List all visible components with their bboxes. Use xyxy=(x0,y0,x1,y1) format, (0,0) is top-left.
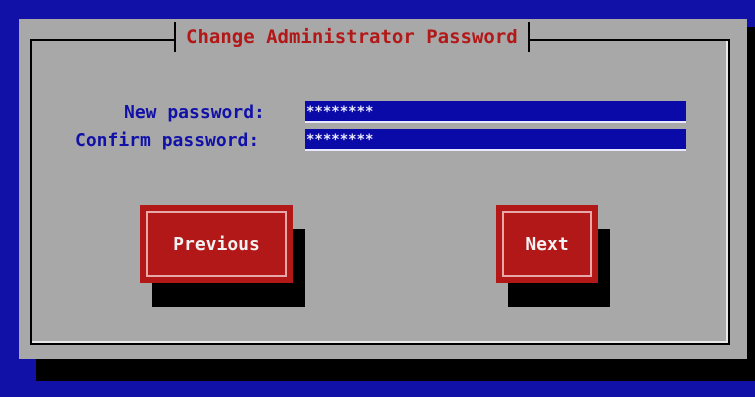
next-button-frame: Next xyxy=(502,211,592,277)
new-password-row: New password: xyxy=(124,101,265,123)
next-button[interactable]: Next xyxy=(496,205,598,283)
confirm-password-row: Confirm password: xyxy=(75,129,259,151)
dialog-title: Change Administrator Password xyxy=(186,26,518,48)
dialog-title-box: Change Administrator Password xyxy=(174,22,530,52)
previous-button[interactable]: Previous xyxy=(140,205,293,283)
dialog-shadow xyxy=(36,359,755,381)
new-password-label: New password: xyxy=(124,101,265,123)
dialog-frame-highlight xyxy=(32,41,728,343)
next-button-label: Next xyxy=(525,233,569,255)
confirm-password-value: ******** xyxy=(306,132,374,148)
previous-button-frame: Previous xyxy=(146,211,287,277)
confirm-password-field[interactable]: ******** xyxy=(305,129,686,151)
change-password-dialog: Change Administrator Password New passwo… xyxy=(19,19,747,359)
previous-button-label: Previous xyxy=(173,233,260,255)
confirm-password-label: Confirm password: xyxy=(75,129,260,151)
new-password-field[interactable]: ******** xyxy=(305,101,686,123)
new-password-value: ******** xyxy=(306,104,374,120)
dialog-shadow-right xyxy=(747,27,755,381)
